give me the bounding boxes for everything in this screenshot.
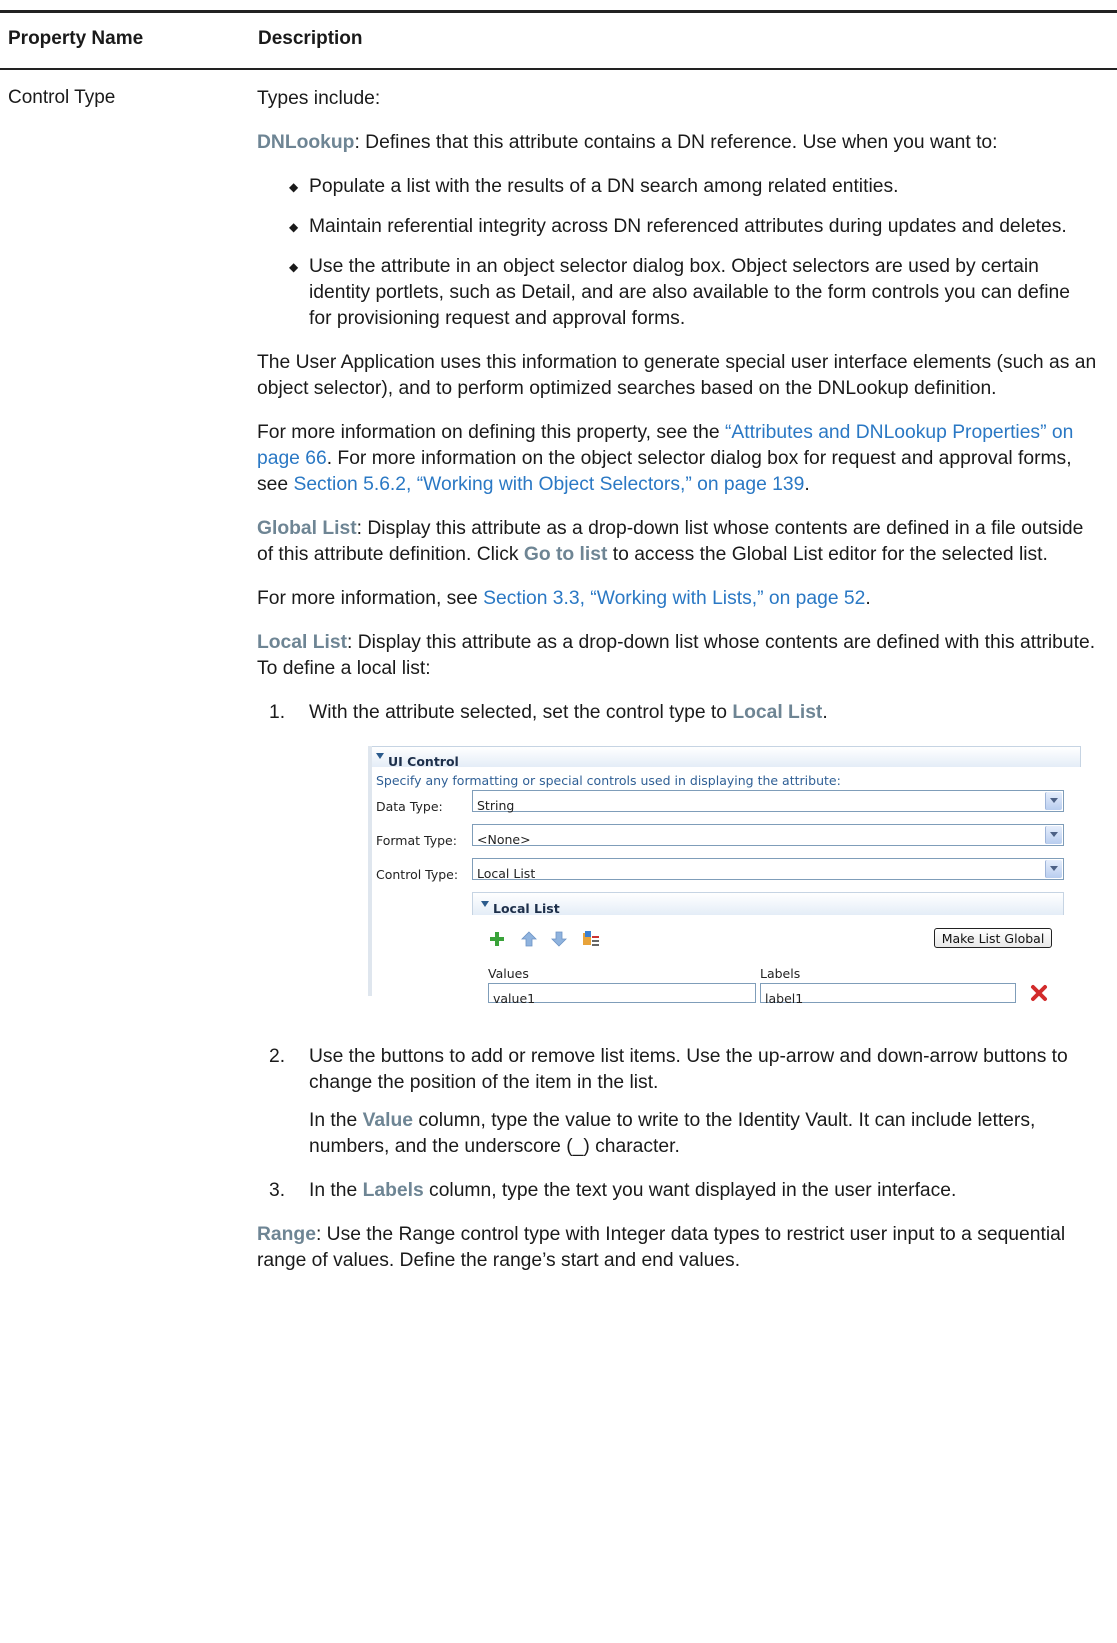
local-list-section-title: Local List xyxy=(493,901,560,916)
edit-list-icon[interactable] xyxy=(582,930,600,948)
bullet-text: Populate a list with the results of a DN… xyxy=(309,176,899,197)
step-item: 3. In the Labels column, type the text y… xyxy=(269,1178,1097,1204)
text-run: In the xyxy=(309,1110,363,1131)
chevron-down-icon[interactable] xyxy=(1045,826,1062,844)
text-run: . xyxy=(822,702,828,723)
local-list-section-header[interactable]: Local List xyxy=(472,892,1064,916)
text-run: In the xyxy=(309,1180,363,1201)
column-header-property-name: Property Name xyxy=(8,28,144,49)
ui-control-section-header[interactable]: UI Control xyxy=(372,746,1081,769)
step-number: 3. xyxy=(269,1180,286,1201)
description-cell: Types include: DNLookup: Defines that th… xyxy=(257,86,1097,1292)
step-number: 1. xyxy=(269,702,286,723)
more-info-lists-paragraph: For more information, see Section 3.3, “… xyxy=(257,586,1097,612)
control-type-label: Control Type: xyxy=(376,867,459,882)
bullet-diamond-icon: ◆ xyxy=(289,260,299,274)
global-list-paragraph: Global List: Display this attribute as a… xyxy=(257,516,1097,568)
bullet-diamond-icon: ◆ xyxy=(289,220,299,234)
types-include-text: Types include: xyxy=(257,88,381,109)
more-info-paragraph: For more information on defining this pr… xyxy=(257,420,1097,498)
delete-icon[interactable] xyxy=(1030,984,1048,1002)
text-run: . xyxy=(804,474,810,495)
dnlookup-term: DNLookup xyxy=(257,132,355,153)
text-run: . xyxy=(865,588,871,609)
step-item: 1. With the attribute selected, set the … xyxy=(269,700,1097,1006)
local-list-term: Local List xyxy=(732,702,823,723)
step-item: 2. Use the buttons to add or remove list… xyxy=(269,1044,1097,1160)
panel-border xyxy=(368,746,372,996)
label-input-text: label1 xyxy=(765,991,804,1006)
arrow-down-icon[interactable] xyxy=(550,930,568,948)
bullet-text: Use the attribute in an object selector … xyxy=(309,256,1070,329)
text-run: : Use the Range control type with Intege… xyxy=(257,1224,1066,1271)
dnlookup-text: : Defines that this attribute contains a… xyxy=(354,132,998,153)
format-type-label: Format Type: xyxy=(376,833,457,848)
local-list-steps: 1. With the attribute selected, set the … xyxy=(257,700,1097,1204)
text-run: For more information, see xyxy=(257,588,484,609)
table-top-rule xyxy=(0,10,1117,13)
step-number: 2. xyxy=(269,1046,286,1067)
text-run: With the attribute selected, set the con… xyxy=(309,702,733,723)
format-type-value: <None> xyxy=(477,832,531,847)
control-type-select[interactable]: Local List xyxy=(472,858,1064,881)
list-item: ◆ Use the attribute in an object selector… xyxy=(289,254,1097,332)
text-run: column, type the text you want displayed… xyxy=(423,1180,957,1201)
text-run: column, type the value to write to the I… xyxy=(309,1110,1036,1157)
dnlookup-bullet-list: ◆ Populate a list with the results of a D… xyxy=(257,174,1097,332)
dnlookup-paragraph: DNLookup: Defines that this attribute co… xyxy=(257,130,1097,156)
user-application-paragraph: The User Application uses this informati… xyxy=(257,352,1097,399)
label-input[interactable]: label1 xyxy=(760,983,1016,1006)
list-item: ◆ Populate a list with the results of a D… xyxy=(289,174,1097,200)
data-type-label: Data Type: xyxy=(376,799,443,814)
value-input-text: value1 xyxy=(493,991,536,1006)
document-page: Property Name Description Control Type T… xyxy=(0,0,1117,1643)
value-input[interactable]: value1 xyxy=(488,983,756,1006)
labels-term: Labels xyxy=(362,1180,424,1201)
bullet-text: Maintain referential integrity across DN… xyxy=(309,216,1067,237)
step-subparagraph: In the Value column, type the value to w… xyxy=(309,1108,1097,1160)
ui-control-screenshot: UI Control Specify any formatting or spe… xyxy=(368,746,1081,1006)
local-list-term: Local List xyxy=(257,632,347,653)
list-item: ◆ Maintain referential integrity across D… xyxy=(289,214,1097,240)
text-run: For more information on defining this pr… xyxy=(257,422,725,443)
link-working-with-lists[interactable]: Section 3.3, “Working with Lists,” on pa… xyxy=(483,588,865,609)
column-header-description: Description xyxy=(258,28,363,49)
collapse-triangle-icon[interactable] xyxy=(376,753,384,759)
go-to-list-term: Go to list xyxy=(523,544,608,565)
plus-icon[interactable] xyxy=(488,930,506,948)
range-term: Range xyxy=(257,1224,316,1245)
table-header-rule xyxy=(0,68,1117,70)
chevron-down-icon[interactable] xyxy=(1045,792,1062,810)
property-name-cell: Control Type xyxy=(8,87,116,108)
range-paragraph: Range: Use the Range control type with I… xyxy=(257,1222,1097,1274)
step-text: Use the buttons to add or remove list it… xyxy=(309,1046,1068,1093)
data-type-select[interactable]: String xyxy=(472,790,1064,813)
arrow-up-icon[interactable] xyxy=(520,930,538,948)
bullet-diamond-icon: ◆ xyxy=(289,180,299,194)
control-type-value: Local List xyxy=(477,866,536,881)
local-list-paragraph: Local List: Display this attribute as a … xyxy=(257,630,1097,682)
collapse-triangle-icon[interactable] xyxy=(481,901,489,907)
make-list-global-button[interactable]: Make List Global xyxy=(934,928,1052,948)
value-term: Value xyxy=(362,1110,413,1131)
chevron-down-icon[interactable] xyxy=(1045,860,1062,878)
data-type-value: String xyxy=(477,798,515,813)
format-type-select[interactable]: <None> xyxy=(472,824,1064,847)
link-object-selectors[interactable]: Section 5.6.2, “Working with Object Sele… xyxy=(293,474,804,495)
global-list-term: Global List xyxy=(257,518,357,539)
text-run: to access the Global List editor for the… xyxy=(607,544,1048,565)
text-run: : Display this attribute as a drop-down … xyxy=(257,632,1096,679)
